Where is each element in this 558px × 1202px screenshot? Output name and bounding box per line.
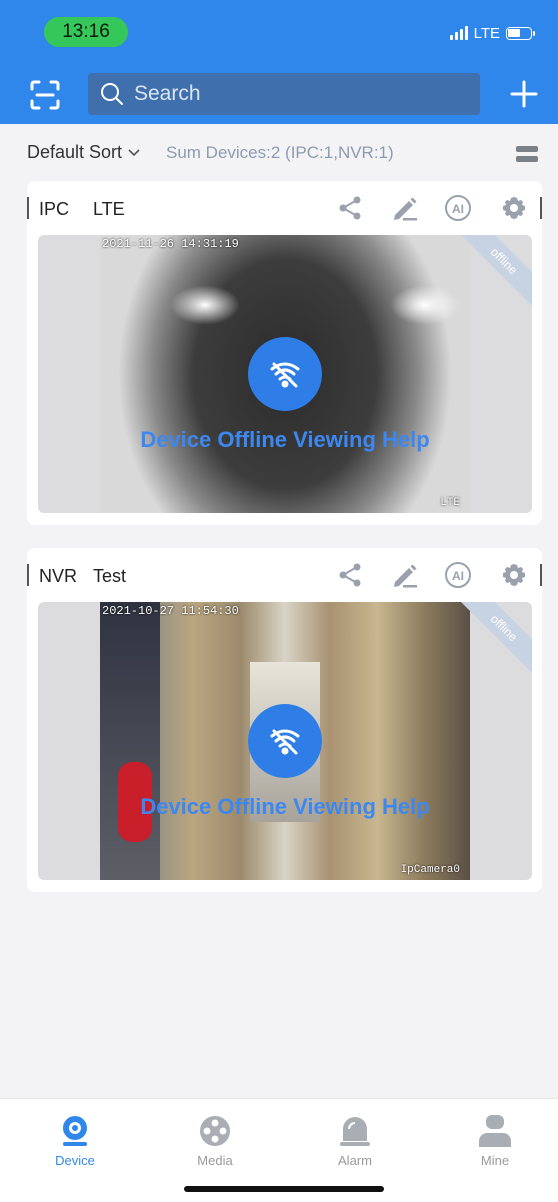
offline-help-link[interactable]: Device Offline Viewing Help xyxy=(38,427,532,453)
share-icon xyxy=(339,563,361,587)
svg-text:AI: AI xyxy=(452,202,464,216)
app-header: 13:16 LTE xyxy=(0,0,558,124)
view-toggle-button[interactable] xyxy=(516,144,538,164)
ai-icon: AI xyxy=(445,562,471,588)
sort-label: Default Sort xyxy=(27,142,123,162)
device-card: NVR Test AI 2021-10-27 11:54:30 IpCamera… xyxy=(27,548,542,892)
device-preview[interactable]: 2021-11-26 14:31:19 LTE offline Device O… xyxy=(38,235,532,513)
share-button[interactable] xyxy=(335,193,365,223)
camera-label: LTE xyxy=(440,497,460,509)
device-summary: Sum Devices:2 (IPC:1,NVR:1) xyxy=(166,143,394,162)
device-preview[interactable]: 2021-10-27 11:54:30 IpCamera0 offline De… xyxy=(38,602,532,880)
scan-icon xyxy=(30,80,60,110)
divider xyxy=(27,564,29,586)
tab-label: Media xyxy=(197,1153,233,1168)
edit-button[interactable] xyxy=(390,193,420,223)
share-button[interactable] xyxy=(335,560,365,590)
device-name: LTE xyxy=(93,199,125,219)
camera-label: IpCamera0 xyxy=(400,864,460,876)
settings-button[interactable] xyxy=(499,560,529,590)
device-card-header: IPC LTE AI xyxy=(27,181,542,233)
ai-button[interactable]: AI xyxy=(443,560,473,590)
video-timestamp: 2021-10-27 11:54:30 xyxy=(102,604,239,618)
device-name: Test xyxy=(93,566,127,586)
offline-help-button[interactable] xyxy=(248,704,322,778)
offline-help-button[interactable] xyxy=(248,337,322,411)
tab-label: Device xyxy=(55,1153,95,1168)
divider xyxy=(27,197,29,219)
sort-bar: Default Sort Sum Devices:2 (IPC:1,NVR:1) xyxy=(0,124,558,180)
device-card: IPC LTE AI 2021-11-26 14:31:19 LTE offli… xyxy=(27,181,542,525)
tab-mine[interactable]: Mine xyxy=(445,1113,545,1168)
edit-button[interactable] xyxy=(390,560,420,590)
home-indicator xyxy=(184,1186,384,1192)
pencil-icon xyxy=(394,564,417,588)
device-card-header: NVR Test AI xyxy=(27,548,542,600)
chevron-down-icon xyxy=(128,148,140,156)
share-icon xyxy=(339,196,361,220)
status-indicators: LTE xyxy=(449,22,535,44)
status-time: 13:16 xyxy=(44,17,128,47)
camera-icon xyxy=(63,1116,87,1146)
list-view-icon xyxy=(516,146,538,162)
gear-icon xyxy=(503,564,525,586)
gear-icon xyxy=(503,197,525,219)
film-reel-icon xyxy=(200,1116,230,1146)
pencil-icon xyxy=(394,197,417,221)
tab-device[interactable]: Device xyxy=(25,1113,125,1168)
search-icon xyxy=(101,83,123,105)
network-label: LTE xyxy=(473,24,500,42)
tab-media[interactable]: Media xyxy=(165,1113,265,1168)
plus-icon xyxy=(510,80,538,108)
settings-button[interactable] xyxy=(499,193,529,223)
search-input[interactable] xyxy=(134,82,454,106)
divider xyxy=(540,197,542,219)
tab-label: Mine xyxy=(480,1153,510,1168)
scan-button[interactable] xyxy=(28,78,62,112)
alarm-bell-icon xyxy=(340,1117,370,1146)
device-type: IPC xyxy=(39,199,70,219)
signal-icon xyxy=(449,26,468,40)
user-icon xyxy=(479,1115,511,1147)
device-type: NVR xyxy=(39,566,78,586)
svg-text:AI: AI xyxy=(452,569,464,583)
tab-label: Alarm xyxy=(338,1153,372,1168)
battery-icon xyxy=(506,26,535,40)
sort-dropdown[interactable]: Default Sort xyxy=(27,142,140,163)
wifi-off-icon xyxy=(270,362,300,388)
ai-button[interactable]: AI xyxy=(443,193,473,223)
divider xyxy=(540,564,542,586)
ai-icon: AI xyxy=(445,195,471,221)
wifi-off-icon xyxy=(270,729,300,755)
offline-help-link[interactable]: Device Offline Viewing Help xyxy=(38,794,532,820)
search-bar[interactable] xyxy=(88,73,480,115)
video-timestamp: 2021-11-26 14:31:19 xyxy=(102,237,239,251)
tab-alarm[interactable]: Alarm xyxy=(305,1113,405,1168)
add-device-button[interactable] xyxy=(508,78,540,110)
